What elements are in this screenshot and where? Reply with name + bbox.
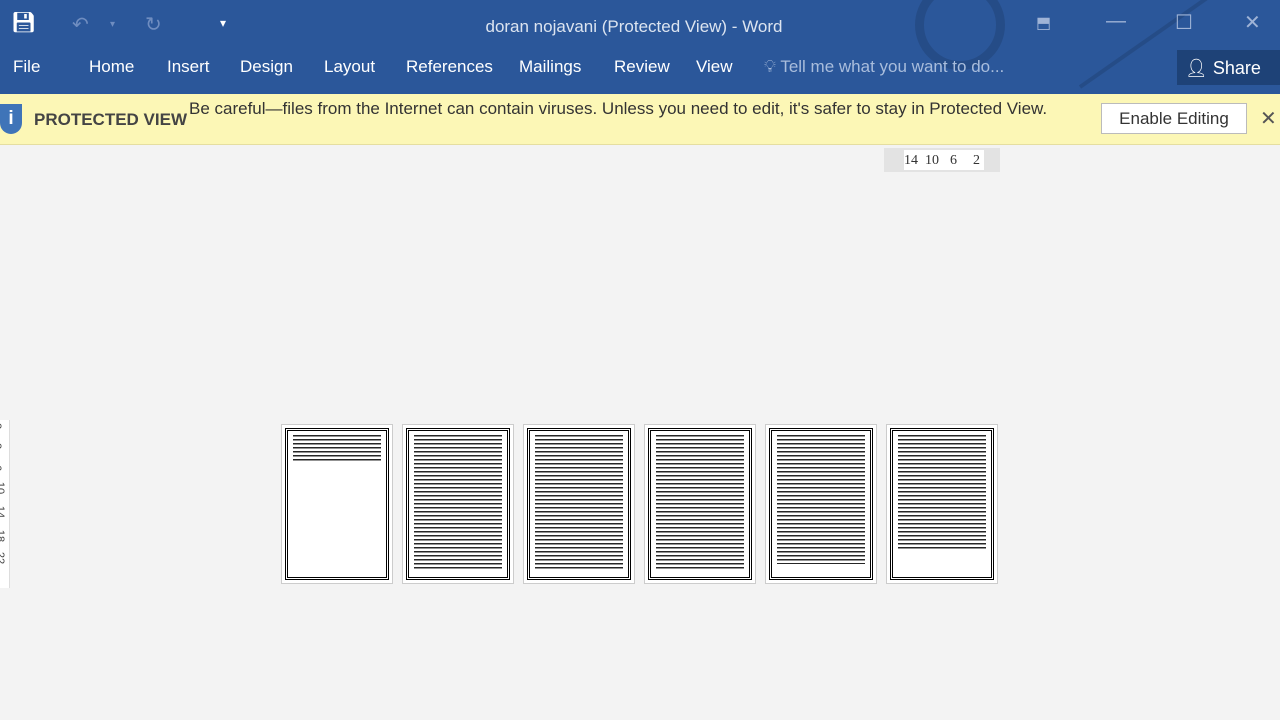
person-add-icon: 👤︎ xyxy=(1185,58,1208,78)
ruler-label: 22 xyxy=(0,551,7,565)
ruler-label: 14 xyxy=(904,153,918,168)
page-text xyxy=(414,435,502,571)
ruler-label: 10 xyxy=(0,481,7,495)
page-border xyxy=(769,428,873,580)
ruler-label: 6 xyxy=(0,465,3,471)
ruler-label: 6 xyxy=(950,153,957,168)
lightbulb-icon: 💡︎ xyxy=(764,57,776,76)
shield-info-icon: i xyxy=(0,104,22,134)
page-border xyxy=(648,428,752,580)
page-border xyxy=(890,428,994,580)
close-bar-icon[interactable]: ✕ xyxy=(1260,106,1277,131)
share-button[interactable]: 👤︎ Share xyxy=(1177,50,1280,85)
ruler-label: 18 xyxy=(0,529,7,543)
title-bar: 💾︎ ↶ ▾ ↻ ▾ doran nojavani (Protected Vie… xyxy=(0,0,1280,94)
page-text xyxy=(535,435,623,571)
tell-me-placeholder: Tell me what you want to do... xyxy=(780,57,1005,76)
page-thumbnail[interactable] xyxy=(281,424,393,584)
page-border xyxy=(285,428,389,580)
page-thumbnail[interactable] xyxy=(886,424,998,584)
tab-insert[interactable]: Insert xyxy=(167,57,210,77)
window-title: doran nojavani (Protected View) - Word xyxy=(485,17,783,36)
page-thumbnail[interactable] xyxy=(765,424,877,584)
tab-mailings[interactable]: Mailings xyxy=(519,57,581,77)
ruler-label: 2 xyxy=(973,153,980,168)
share-label: Share xyxy=(1212,58,1261,78)
tab-review[interactable]: Review xyxy=(614,57,670,77)
close-icon[interactable]: ✕ xyxy=(1244,10,1261,35)
vertical-ruler[interactable]: 2 2 6 10 14 18 22 xyxy=(0,420,10,588)
horizontal-ruler[interactable]: 14 10 6 2 xyxy=(884,148,1000,172)
page-border xyxy=(406,428,510,580)
protected-view-message: Be careful—files from the Internet can c… xyxy=(189,99,1048,118)
page-text xyxy=(777,435,865,565)
page-thumbnail[interactable] xyxy=(402,424,514,584)
tab-file[interactable]: File xyxy=(13,57,40,77)
page-border xyxy=(527,428,631,580)
ruler-label: 2 xyxy=(0,443,3,449)
ruler-label: 14 xyxy=(0,505,7,519)
minimize-icon[interactable]: — xyxy=(1106,10,1126,33)
page-thumbnail[interactable] xyxy=(523,424,635,584)
page-text xyxy=(656,435,744,571)
tab-home[interactable]: Home xyxy=(89,57,134,77)
ribbon-display-options-icon[interactable]: ⬒ xyxy=(1036,13,1051,33)
maximize-icon[interactable]: ☐ xyxy=(1175,10,1193,35)
page-thumbnail[interactable] xyxy=(644,424,756,584)
ruler-label: 2 xyxy=(0,423,3,429)
tell-me-search[interactable]: 💡︎ Tell me what you want to do... xyxy=(764,57,1004,77)
enable-editing-button[interactable]: Enable Editing xyxy=(1101,103,1247,134)
page-text xyxy=(898,435,986,551)
tab-layout[interactable]: Layout xyxy=(324,57,375,77)
tab-view[interactable]: View xyxy=(696,57,733,77)
ruler-label: 10 xyxy=(925,153,939,168)
tab-references[interactable]: References xyxy=(406,57,493,77)
tab-design[interactable]: Design xyxy=(240,57,293,77)
page-text xyxy=(293,435,381,463)
protected-view-title: PROTECTED VIEW xyxy=(34,110,188,129)
